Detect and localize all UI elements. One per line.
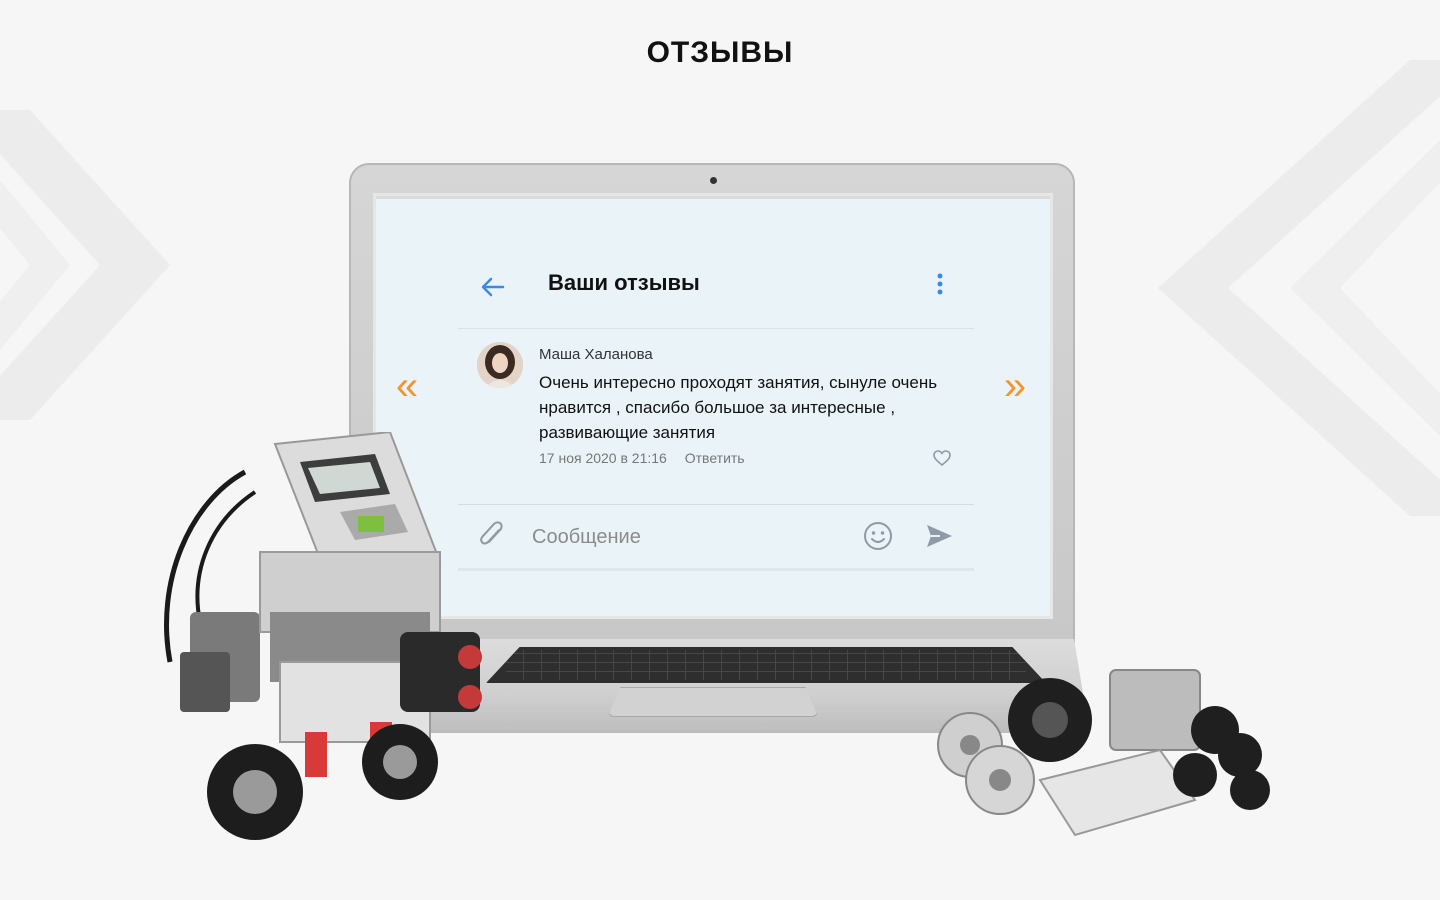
avatar[interactable] (477, 342, 523, 388)
review-author[interactable]: Маша Халанова (539, 346, 653, 363)
reviews-section: ОТЗЫВЫ Ваши отзывы Маша Халанова Очень и… (0, 0, 1440, 900)
heart-icon (933, 450, 951, 466)
lego-parts-image (937, 669, 1270, 837)
send-button[interactable] (924, 521, 954, 551)
review-comment: Маша Халанова Очень интересно проходят з… (458, 328, 974, 505)
slider-prev-button[interactable]: « (392, 366, 422, 410)
message-composer (458, 504, 974, 571)
robot-image (164, 432, 482, 840)
avatar-photo (477, 342, 523, 388)
kebab-menu-icon (937, 273, 943, 295)
reply-link[interactable]: Ответить (685, 450, 745, 466)
smiley-icon (864, 522, 892, 550)
screen-top-bar (376, 196, 1050, 199)
review-date: 17 ноя 2020 в 21:16 (539, 450, 667, 466)
app-title: Ваши отзывы (548, 270, 700, 295)
send-icon (927, 525, 952, 547)
camera-dot (710, 177, 717, 184)
reviews-app: Ваши отзывы Маша Халанова Очень интересн… (458, 256, 974, 571)
message-input[interactable] (530, 520, 854, 554)
like-button[interactable] (932, 449, 952, 467)
more-menu-button[interactable] (928, 270, 952, 300)
app-header: Ваши отзывы (458, 256, 974, 329)
arrow-left-icon (481, 277, 505, 297)
back-button[interactable] (478, 272, 508, 302)
slider-next-button[interactable]: » (1000, 366, 1030, 410)
review-text: Очень интересно проходят занятия, сынуле… (539, 373, 938, 442)
emoji-button[interactable] (862, 520, 894, 552)
laptop-trackpad (608, 687, 818, 717)
review-meta: 17 ноя 2020 в 21:16 Ответить (539, 450, 745, 466)
page-title: ОТЗЫВЫ (646, 36, 794, 69)
